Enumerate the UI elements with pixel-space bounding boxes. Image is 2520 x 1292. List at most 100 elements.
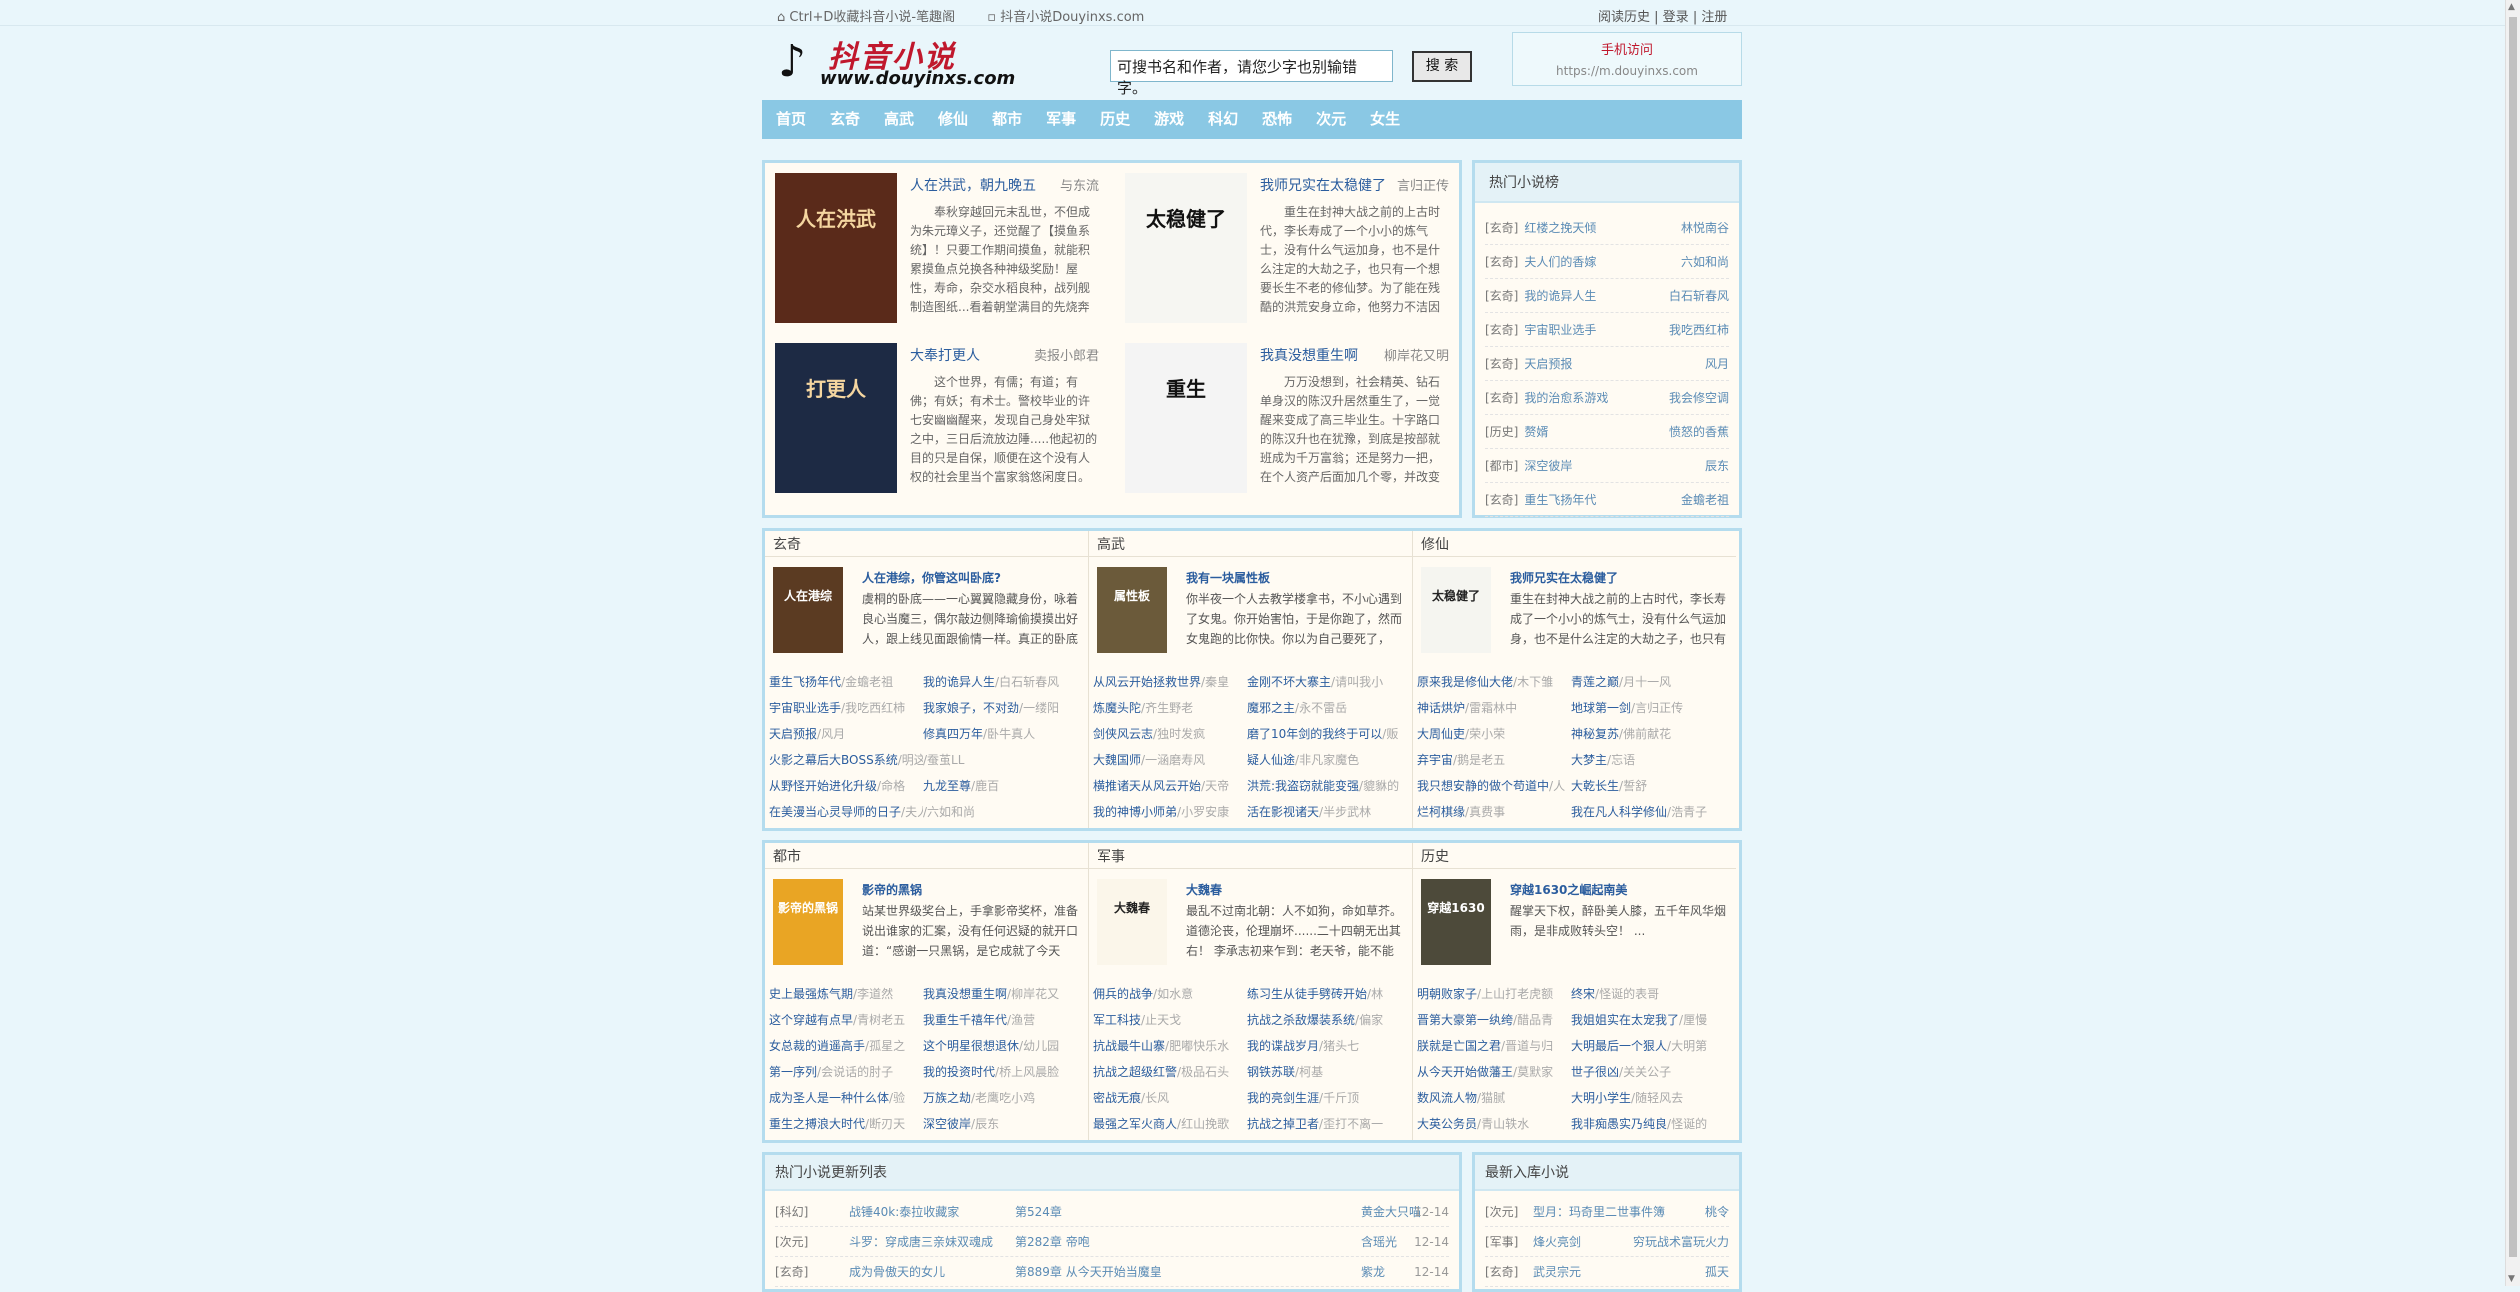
- list-book-title[interactable]: 抗战之超级红警: [1093, 1065, 1177, 1079]
- featured-book-title[interactable]: 大魏春: [1186, 881, 1222, 898]
- list-author[interactable]: 大明第: [1671, 1039, 1707, 1053]
- hot-list-row[interactable]: [玄奇] 红楼之挽天倾 林悦南谷: [1485, 211, 1729, 245]
- book-cover[interactable]: 影帝的黑锅: [773, 879, 843, 965]
- list-book-title[interactable]: 我的谍战岁月: [1247, 1039, 1319, 1053]
- list-item[interactable]: 我的诡异人生/白石斩春风: [923, 669, 1077, 695]
- list-author[interactable]: 秦皇: [1205, 675, 1229, 689]
- list-author[interactable]: 天帝: [1205, 779, 1229, 793]
- hot-list-row[interactable]: [都市] 深空彼岸 辰东: [1485, 449, 1729, 483]
- list-author[interactable]: 幼儿园: [1023, 1039, 1059, 1053]
- list-author[interactable]: 柳岸花又: [1011, 987, 1059, 1001]
- scroll-down-icon[interactable]: ▼: [2508, 1274, 2515, 1284]
- nav-item[interactable]: 女生: [1370, 100, 1400, 139]
- list-author[interactable]: 会说话的肘子: [821, 1065, 893, 1079]
- list-item[interactable]: 练习生从徒手劈砖开始/林: [1247, 981, 1401, 1007]
- list-item[interactable]: 密战无痕/长风: [1093, 1085, 1247, 1111]
- list-item[interactable]: 从风云开始拯救世界/秦皇: [1093, 669, 1247, 695]
- list-author[interactable]: 偏家: [1359, 1013, 1383, 1027]
- book-cover[interactable]: 属性板: [1097, 567, 1167, 653]
- list-item[interactable]: 地球第一剑/言归正传: [1571, 695, 1725, 721]
- category-title[interactable]: 玄奇: [765, 531, 1088, 557]
- hot-list-row[interactable]: [玄奇] 宇宙职业选手 我吃西红柿: [1485, 313, 1729, 347]
- list-author[interactable]: 桥上风晨脸: [999, 1065, 1059, 1079]
- list-book-title[interactable]: 我在凡人科学修仙: [1571, 805, 1667, 819]
- list-item[interactable]: 史上最强炼气期/李道然: [769, 981, 923, 1007]
- list-item[interactable]: 第一序列/会说话的肘子: [769, 1059, 923, 1085]
- list-book-title[interactable]: 大梦主: [1571, 753, 1607, 767]
- list-author[interactable]: 一涵磨寿风: [1145, 753, 1205, 767]
- list-book-title[interactable]: 世子很凶: [1571, 1065, 1619, 1079]
- list-item[interactable]: 洪荒:我盗窃就能变强/貔貅的: [1247, 773, 1401, 799]
- scrollbar-thumb[interactable]: [2509, 17, 2517, 1257]
- featured-book-title[interactable]: 影帝的黑锅: [862, 881, 922, 898]
- category-title[interactable]: 高武: [1089, 531, 1412, 557]
- list-item[interactable]: 明朝败家子/上山打老虎额: [1417, 981, 1571, 1007]
- list-author[interactable]: 老鹰吃小鸡: [975, 1091, 1035, 1105]
- list-item[interactable]: 原来我是修仙大佬/木下雏: [1417, 669, 1571, 695]
- list-book-title[interactable]: 宇宙职业选手: [769, 701, 841, 715]
- hot-list-row[interactable]: [历史] 赘婿 愤怒的香蕉: [1485, 415, 1729, 449]
- list-book-title[interactable]: 我的诡异人生: [923, 675, 995, 689]
- list-book-title[interactable]: 密战无痕: [1093, 1091, 1141, 1105]
- list-item[interactable]: 朕就是亡国之君/晋道与归: [1417, 1033, 1571, 1059]
- list-item[interactable]: 从野怪开始进化升级/命格: [769, 773, 923, 799]
- row-author[interactable]: 桃令: [1705, 1197, 1729, 1227]
- list-author[interactable]: 红山挽歌: [1181, 1117, 1229, 1131]
- list-author[interactable]: 猪头七: [1323, 1039, 1359, 1053]
- list-item[interactable]: 抗战最牛山寨/肥嘟快乐水: [1093, 1033, 1247, 1059]
- list-item[interactable]: /蚕茧LL: [923, 747, 1077, 773]
- row-chapter[interactable]: 第889章 从今天开始当魔皇: [1015, 1257, 1162, 1287]
- list-book-title[interactable]: 我的亮剑生涯: [1247, 1091, 1319, 1105]
- list-book-title[interactable]: 金刚不坏大寨主: [1247, 675, 1331, 689]
- list-book-title[interactable]: 我姐姐实在太宠我了: [1571, 1013, 1679, 1027]
- list-author[interactable]: 千斤顶: [1323, 1091, 1359, 1105]
- list-item[interactable]: 抗战之杀敌爆装系统/偏家: [1247, 1007, 1401, 1033]
- list-book-title[interactable]: 我重生千禧年代: [923, 1013, 1007, 1027]
- list-book-title[interactable]: 我真没想重生啊: [923, 987, 1007, 1001]
- list-item[interactable]: 重生之搏浪大时代/断刃天: [769, 1111, 923, 1137]
- list-item[interactable]: 佣兵的战争/如水意: [1093, 981, 1247, 1007]
- row-author[interactable]: 金蟾老祖: [1681, 483, 1729, 517]
- hot-list-row[interactable]: [玄奇] 我的治愈系游戏 我会修空调: [1485, 381, 1729, 415]
- list-book-title[interactable]: 活在影视诸天: [1247, 805, 1319, 819]
- list-author[interactable]: 荣小荣: [1469, 727, 1505, 741]
- list-item[interactable]: 魔邪之主/永不雷岳: [1247, 695, 1401, 721]
- list-item[interactable]: 我的投资时代/桥上风晨脸: [923, 1059, 1077, 1085]
- list-book-title[interactable]: 军工科技: [1093, 1013, 1141, 1027]
- list-author[interactable]: 忘语: [1611, 753, 1635, 767]
- list-author[interactable]: 夫人们的香嫁: [905, 805, 923, 819]
- list-item[interactable]: 火影之幕后大BOSS系统/明这游戏也太真实了: [769, 747, 923, 773]
- featured-book[interactable]: 重生 我真没想重生啊 柳岸花又明 万万没想到，社会精英、钻石单身汉的陈汉升居然重生了，…: [1115, 333, 1455, 501]
- list-book-title[interactable]: 火影之幕后大BOSS系统: [769, 753, 898, 767]
- new-book-row[interactable]: [军事] 烽火亮剑 穷玩战术富玩火力: [1485, 1227, 1729, 1257]
- list-book-title[interactable]: 钢铁苏联: [1247, 1065, 1295, 1079]
- list-author[interactable]: 渔营: [1011, 1013, 1035, 1027]
- list-author[interactable]: 止天戈: [1145, 1013, 1181, 1027]
- list-item[interactable]: 抗战之掉卫者/歪打不离一: [1247, 1111, 1401, 1137]
- list-book-title[interactable]: 我只想安静的做个苟道中: [1417, 779, 1549, 793]
- list-item[interactable]: 大明最后一个狠人/大明第: [1571, 1033, 1725, 1059]
- list-book-title[interactable]: 抗战最牛山寨: [1093, 1039, 1165, 1053]
- book-author[interactable]: 言归正传: [1397, 175, 1449, 194]
- list-author[interactable]: 小罗安康: [1181, 805, 1229, 819]
- row-book-title[interactable]: 重生飞扬年代: [1524, 493, 1596, 507]
- row-author[interactable]: 紫龙: [1361, 1257, 1385, 1287]
- list-author[interactable]: 青山轶水: [1481, 1117, 1529, 1131]
- list-item[interactable]: 晋第大豪第一纨绔/醋品青: [1417, 1007, 1571, 1033]
- list-book-title[interactable]: 大英公务员: [1417, 1117, 1477, 1131]
- login-link[interactable]: 登录: [1663, 10, 1689, 25]
- featured-book[interactable]: 太稳健了 我师兄实在太稳健了 言归正传 重生在封神大战之前的上古时代，李长寿成了一个小…: [1115, 163, 1455, 331]
- list-item[interactable]: 烂柯棋缘/真费事: [1417, 799, 1571, 825]
- list-author[interactable]: 六如和尚: [927, 805, 975, 819]
- list-item[interactable]: 疑人仙途/非凡家魔色: [1247, 747, 1401, 773]
- row-author[interactable]: 黄金大只喵: [1361, 1197, 1421, 1227]
- list-book-title[interactable]: 天启预报: [769, 727, 817, 741]
- list-item[interactable]: 天启预报/风月: [769, 721, 923, 747]
- list-item[interactable]: 磨了10年剑的我终于可以/贩: [1247, 721, 1401, 747]
- hot-list-row[interactable]: [玄奇] 夫人们的香嫁 六如和尚: [1485, 245, 1729, 279]
- list-author[interactable]: 晋道与归: [1505, 1039, 1553, 1053]
- list-author[interactable]: 孤星之: [869, 1039, 905, 1053]
- list-book-title[interactable]: 从今天开始做藩王: [1417, 1065, 1513, 1079]
- featured-book-title[interactable]: 我师兄实在太稳健了: [1510, 569, 1618, 586]
- list-item[interactable]: 军工科技/止天戈: [1093, 1007, 1247, 1033]
